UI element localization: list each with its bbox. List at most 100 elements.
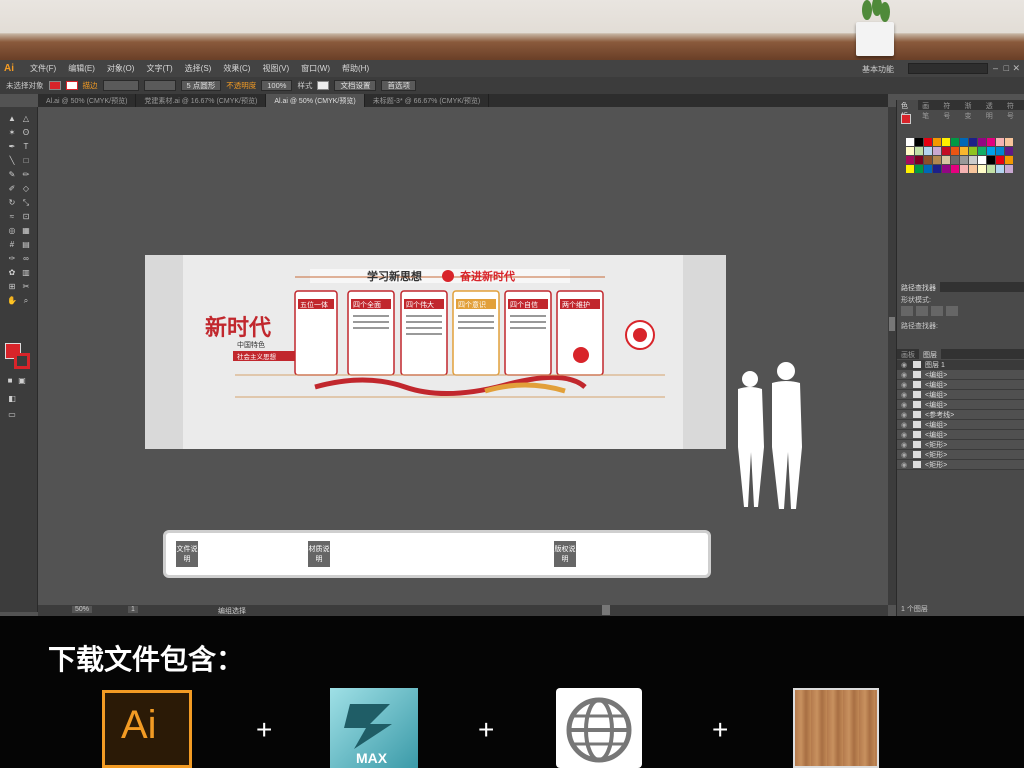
width-tool-icon[interactable]: ≈ (6, 211, 18, 222)
tab-artboards[interactable]: 画板 (897, 349, 919, 359)
exclude-icon[interactable] (946, 306, 958, 316)
color-swatch[interactable] (924, 156, 932, 164)
color-swatch[interactable] (933, 165, 941, 173)
layer-row[interactable]: ◉ 图层 1 (897, 360, 1024, 370)
layer-row[interactable]: ◉ <矩形> (897, 450, 1024, 460)
color-swatch[interactable] (951, 165, 959, 173)
tab-brushes[interactable]: 画笔 (918, 100, 939, 120)
color-swatch[interactable] (933, 156, 941, 164)
color-swatch[interactable] (1005, 147, 1013, 155)
type-tool-icon[interactable]: T (20, 141, 32, 152)
color-swatch[interactable] (924, 165, 932, 173)
perspective-tool-icon[interactable]: ▦ (20, 225, 32, 236)
tab-swatches[interactable]: 色板 (897, 100, 919, 120)
draw-mode-icon[interactable]: ◧ (6, 393, 18, 404)
tab-pathfinder[interactable]: 路径查找器 (897, 282, 940, 292)
tab-symbols-2[interactable]: 符号 (1003, 100, 1024, 120)
color-swatch[interactable] (996, 147, 1004, 155)
color-swatch[interactable] (915, 165, 923, 173)
preferences-button[interactable]: 首选项 (381, 80, 416, 91)
color-swatch[interactable] (996, 138, 1004, 146)
color-swatch[interactable] (969, 138, 977, 146)
canvas-area[interactable]: 学习新思想 奋进新时代 新时代 中国特色 社会主义思想 五位一体 四个全面 四个… (38, 107, 888, 605)
lasso-tool-icon[interactable]: ʘ (20, 127, 32, 138)
color-mode-icon[interactable]: ■ (4, 375, 16, 386)
tab-transparency[interactable]: 透明 (982, 100, 1003, 120)
color-swatch[interactable] (915, 147, 923, 155)
color-swatch[interactable] (942, 147, 950, 155)
fill-swatch[interactable] (48, 81, 61, 90)
hand-tool-icon[interactable]: ✋ (6, 295, 18, 306)
color-swatch[interactable] (987, 147, 995, 155)
visibility-eye-icon[interactable]: ◉ (901, 441, 909, 449)
color-swatch[interactable] (924, 147, 932, 155)
close-icon[interactable]: ✕ (1012, 63, 1020, 74)
color-swatch[interactable] (960, 156, 968, 164)
opacity-field[interactable]: 100% (261, 80, 293, 91)
color-swatch[interactable] (960, 165, 968, 173)
swatch-grid[interactable] (906, 138, 1020, 173)
color-swatch[interactable] (906, 147, 914, 155)
menu-select[interactable]: 选择(S) (179, 63, 218, 74)
pen-tool-icon[interactable]: ✒ (6, 141, 18, 152)
brush-definition[interactable]: 5 点圆形 (180, 80, 222, 91)
screen-mode-icon[interactable]: ▭ (6, 409, 18, 420)
gradient-tool-icon[interactable]: ▤ (20, 239, 32, 250)
vertical-scrollbar[interactable] (888, 107, 896, 605)
color-swatch[interactable] (996, 156, 1004, 164)
color-swatch[interactable] (1005, 156, 1013, 164)
layer-row[interactable]: ◉ <编组> (897, 400, 1024, 410)
color-swatch[interactable] (1005, 165, 1013, 173)
document-setup-button[interactable]: 文档设置 (334, 80, 377, 91)
layer-row[interactable]: ◉ <编组> (897, 390, 1024, 400)
color-swatch[interactable] (969, 147, 977, 155)
visibility-eye-icon[interactable]: ◉ (901, 391, 909, 399)
menu-view[interactable]: 视图(V) (256, 63, 295, 74)
shape-builder-tool-icon[interactable]: ◎ (6, 225, 18, 236)
scale-tool-icon[interactable]: ⤡ (20, 197, 32, 208)
menu-help[interactable]: 帮助(H) (336, 63, 375, 74)
blend-tool-icon[interactable]: ∞ (20, 253, 32, 264)
blob-brush-tool-icon[interactable]: ✐ (6, 183, 18, 194)
doc-tab[interactable]: 党建素材.ai @ 16.67% (CMYK/预览) (136, 94, 267, 107)
eraser-tool-icon[interactable]: ◇ (20, 183, 32, 194)
doc-tab[interactable]: 未标题-3* @ 66.67% (CMYK/预览) (365, 94, 490, 107)
workspace-switcher[interactable]: 基本功能 (862, 64, 894, 75)
menu-file[interactable]: 文件(F) (24, 63, 62, 74)
visibility-eye-icon[interactable]: ◉ (901, 361, 909, 369)
layer-row[interactable]: ◉ <编组> (897, 430, 1024, 440)
magic-wand-tool-icon[interactable]: ✶ (6, 127, 18, 138)
color-swatch[interactable] (906, 165, 914, 173)
slice-tool-icon[interactable]: ✂ (20, 281, 32, 292)
rotate-tool-icon[interactable]: ↻ (6, 197, 18, 208)
tab-gradient[interactable]: 渐变 (961, 100, 982, 120)
color-swatch[interactable] (951, 138, 959, 146)
vertical-scroll-thumb[interactable] (889, 317, 895, 331)
color-swatch[interactable] (915, 138, 923, 146)
rectangle-tool-icon[interactable]: □ (20, 155, 32, 166)
color-swatch[interactable] (933, 138, 941, 146)
tab-layers[interactable]: 图层 (919, 349, 941, 359)
visibility-eye-icon[interactable]: ◉ (901, 421, 909, 429)
color-swatch[interactable] (933, 147, 941, 155)
layer-row[interactable]: ◉ <编组> (897, 370, 1024, 380)
layer-row[interactable]: ◉ <矩形> (897, 460, 1024, 470)
line-tool-icon[interactable]: ╲ (6, 155, 18, 166)
zoom-level[interactable]: 50% (72, 606, 93, 613)
current-fill-swatch[interactable] (901, 114, 911, 124)
paintbrush-tool-icon[interactable]: ✎ (6, 169, 18, 180)
color-swatch[interactable] (978, 147, 986, 155)
stroke-color-icon[interactable] (14, 353, 30, 369)
visibility-eye-icon[interactable]: ◉ (901, 381, 909, 389)
menu-object[interactable]: 对象(O) (101, 63, 141, 74)
menu-type[interactable]: 文字(T) (140, 63, 178, 74)
color-swatch[interactable] (996, 165, 1004, 173)
maximize-icon[interactable]: □ (1004, 63, 1009, 73)
visibility-eye-icon[interactable]: ◉ (901, 401, 909, 409)
color-swatch[interactable] (1005, 138, 1013, 146)
color-swatch[interactable] (987, 165, 995, 173)
stroke-label[interactable]: 描边 (83, 80, 98, 91)
visibility-eye-icon[interactable]: ◉ (901, 371, 909, 379)
horizontal-scroll-thumb[interactable] (602, 605, 610, 615)
visibility-eye-icon[interactable]: ◉ (901, 411, 909, 419)
